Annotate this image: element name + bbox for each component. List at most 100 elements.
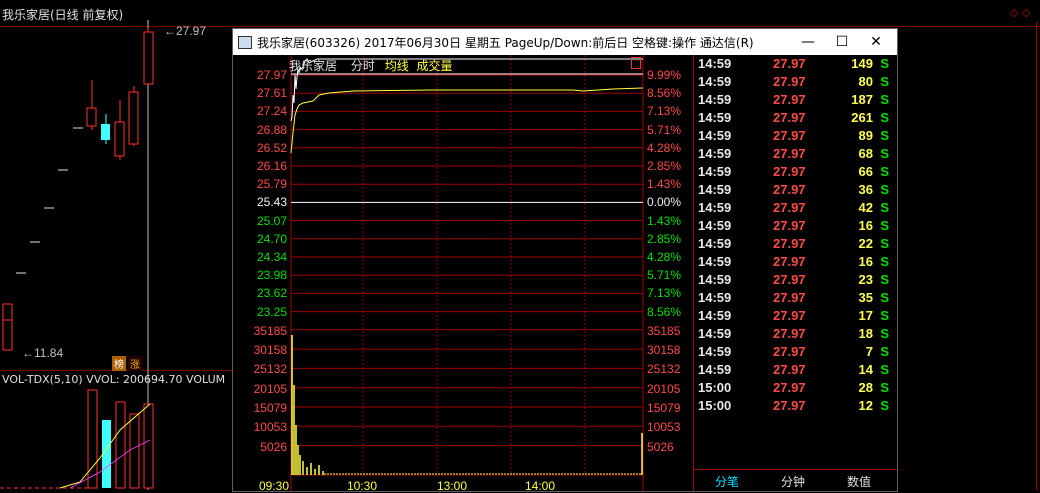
tick-volume: 36 bbox=[858, 182, 873, 197]
volume-tick-label: 20105 bbox=[253, 381, 287, 396]
price-tick-label: 23.25 bbox=[256, 304, 287, 319]
tick-row[interactable]: 14:59 27.97 17 S bbox=[693, 308, 897, 326]
tick-time: 14:59 bbox=[698, 164, 732, 179]
tick-volume: 42 bbox=[858, 200, 873, 215]
tick-row[interactable]: 14:59 27.97 16 S bbox=[693, 218, 897, 236]
tick-price: 27.97 bbox=[773, 236, 806, 251]
tab-avg[interactable]: 均线 bbox=[385, 59, 409, 73]
volume-tick-label: 30158 bbox=[253, 343, 287, 358]
price-tick-label: 25.43 bbox=[256, 195, 287, 210]
tick-row[interactable]: 14:59 27.97 36 S bbox=[693, 182, 897, 200]
kline-chart[interactable]: ˅ ˅ ˅ ˅ ˅ bbox=[0, 20, 232, 490]
volume-bar bbox=[129, 413, 140, 489]
tick-time: 14:59 bbox=[698, 218, 732, 233]
tick-row[interactable]: 15:00 27.97 28 S bbox=[693, 380, 897, 398]
tick-volume: 28 bbox=[858, 380, 873, 395]
tick-volume: 68 bbox=[858, 146, 873, 161]
tick-time: 14:59 bbox=[698, 362, 732, 377]
tick-row[interactable]: 14:59 27.97 16 S bbox=[693, 254, 897, 272]
tick-row[interactable]: 15:00 27.97 12 S bbox=[693, 398, 897, 416]
tick-side: S bbox=[880, 200, 889, 215]
percent-tick-label: 2.85% bbox=[647, 159, 682, 173]
tick-price: 27.97 bbox=[773, 380, 806, 395]
tick-time: 14:59 bbox=[698, 74, 732, 89]
price-tick-label: 27.24 bbox=[256, 104, 287, 119]
percent-tick-label: 1.43% bbox=[647, 177, 682, 192]
settings-icon[interactable] bbox=[631, 57, 641, 69]
tick-time: 14:59 bbox=[698, 290, 732, 305]
tick-row[interactable]: 14:59 27.97 35 S bbox=[693, 290, 897, 308]
diamond-icons[interactable]: ◇ ◇ bbox=[1010, 6, 1030, 19]
tick-volume: 16 bbox=[858, 218, 873, 233]
tick-list[interactable]: 14:59 27.97 149 S 14:59 27.97 80 S 14:59 27.97 187… bbox=[693, 55, 897, 465]
time-tick-label: 09:30 bbox=[259, 479, 290, 493]
tick-row[interactable]: 14:59 27.97 149 S bbox=[693, 56, 897, 74]
percent-tick-label: 8.56% bbox=[647, 86, 682, 101]
percent-tick-label: 1.43% bbox=[647, 213, 682, 228]
intraday-dialog: 我乐家居(603326) 2017年06月30日 星期五 PageUp/Down… bbox=[232, 28, 898, 493]
tick-time: 14:59 bbox=[698, 128, 732, 143]
intraday-chart[interactable]: 我乐家居 分时 均线 成交量 27.97 27.61 27.24 26.88 26.52… bbox=[233, 55, 693, 493]
tick-row[interactable]: 14:59 27.97 68 S bbox=[693, 146, 897, 164]
tick-row[interactable]: 14:59 27.97 80 S bbox=[693, 74, 897, 92]
close-icon[interactable]: ✕ bbox=[859, 29, 893, 55]
tick-side: S bbox=[880, 56, 889, 71]
tick-row[interactable]: 14:59 27.97 89 S bbox=[693, 128, 897, 146]
tick-volume: 23 bbox=[858, 272, 873, 287]
tick-volume: 187 bbox=[851, 92, 873, 107]
percent-tick-label: 9.99% bbox=[647, 68, 682, 82]
volume-tick-label: 10053 bbox=[253, 420, 287, 435]
volume-tick-label: 10053 bbox=[647, 420, 681, 435]
tick-row[interactable]: 14:59 27.97 18 S bbox=[693, 326, 897, 344]
percent-tick-label: 5.71% bbox=[647, 122, 682, 137]
candle bbox=[2, 303, 13, 351]
tab-2[interactable]: 数值 bbox=[847, 473, 871, 490]
tick-time: 15:00 bbox=[698, 380, 732, 395]
tab-0[interactable]: 分笔 bbox=[715, 473, 739, 490]
tick-time: 14:59 bbox=[698, 344, 732, 359]
percent-tick-label: 0.00% bbox=[647, 195, 682, 210]
badge-rise[interactable]: 涨 bbox=[128, 356, 142, 371]
app-icon bbox=[238, 36, 252, 49]
chart-header: 我乐家居 分时 均线 成交量 bbox=[289, 57, 453, 74]
tick-price: 27.97 bbox=[773, 344, 806, 359]
tick-row[interactable]: 14:59 27.97 7 S bbox=[693, 344, 897, 362]
tab-1[interactable]: 分钟 bbox=[781, 473, 805, 490]
percent-tick-label: 4.28% bbox=[647, 250, 682, 264]
percent-tick-label: 4.28% bbox=[647, 140, 682, 155]
tick-row[interactable]: 14:59 27.97 42 S bbox=[693, 200, 897, 218]
volume-bar bbox=[115, 401, 126, 489]
title-bar[interactable]: 我乐家居(603326) 2017年06月30日 星期五 PageUp/Down… bbox=[233, 29, 897, 55]
tick-price: 27.97 bbox=[773, 74, 806, 89]
minimize-icon[interactable]: — bbox=[791, 29, 825, 55]
tick-price: 27.97 bbox=[773, 290, 806, 305]
maximize-icon[interactable]: ☐ bbox=[825, 29, 859, 55]
tick-volume: 14 bbox=[858, 362, 873, 377]
tab-time[interactable]: 分时 bbox=[351, 59, 375, 73]
tick-row[interactable]: 14:59 27.97 187 S bbox=[693, 92, 897, 110]
tick-time: 14:59 bbox=[698, 308, 732, 323]
badge-list[interactable]: 榜 bbox=[112, 356, 126, 371]
tick-row[interactable]: 14:59 27.97 261 S bbox=[693, 110, 897, 128]
tick-time: 14:59 bbox=[698, 272, 732, 287]
tick-row[interactable]: 14:59 27.97 22 S bbox=[693, 236, 897, 254]
tick-time: 14:59 bbox=[698, 146, 732, 161]
volume-tick-label: 25132 bbox=[647, 362, 681, 377]
price-tick-label: 23.62 bbox=[256, 286, 287, 301]
tick-volume: 7 bbox=[865, 344, 873, 359]
tick-price: 27.97 bbox=[773, 200, 806, 215]
tick-volume: 89 bbox=[858, 128, 873, 143]
tick-row[interactable]: 14:59 27.97 14 S bbox=[693, 362, 897, 380]
volume-tick-label: 15079 bbox=[253, 401, 287, 415]
tick-volume: 18 bbox=[858, 326, 873, 341]
tick-row[interactable]: 14:59 27.97 23 S bbox=[693, 272, 897, 290]
divider bbox=[1036, 22, 1037, 490]
tab-volume[interactable]: 成交量 bbox=[417, 59, 453, 73]
tick-side: S bbox=[880, 254, 889, 269]
tick-volume: 80 bbox=[858, 74, 873, 89]
tick-row[interactable]: 14:59 27.97 66 S bbox=[693, 164, 897, 182]
tick-price: 27.97 bbox=[773, 362, 806, 377]
price-tick-label: 26.16 bbox=[256, 159, 287, 173]
price-tick-label: 25.79 bbox=[256, 177, 287, 192]
tick-time: 14:59 bbox=[698, 182, 732, 197]
